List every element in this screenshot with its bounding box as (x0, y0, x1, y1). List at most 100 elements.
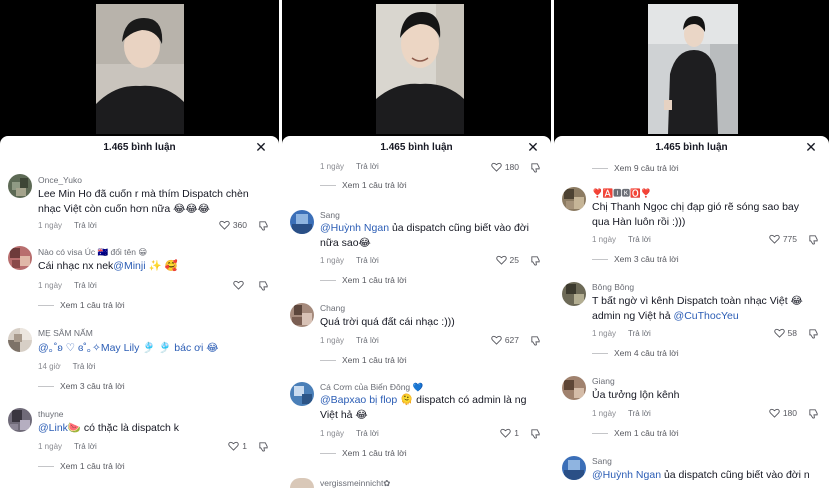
like-button[interactable]: 360 (219, 220, 247, 230)
heart-outline-icon (769, 234, 780, 244)
view-replies-button[interactable]: Xem 3 câu trả lời (38, 381, 125, 391)
comment-text: T bất ngờ vì kênh Dispatch toàn nhạc Việ… (592, 295, 803, 322)
comment-screen-1: 1.465 bình luận ✕ Once_Yuko Lee Min Ho đ… (0, 0, 279, 491)
reply-button[interactable]: Trả lời (356, 256, 379, 265)
comment-meta: 1 ngày Trả lời (38, 221, 97, 230)
view-replies-button[interactable]: Xem 4 câu trả lời (592, 348, 679, 358)
video-area (554, 0, 829, 138)
comments-sheet: 1.465 bình luận ✕ Xem 9 câu trả lời ❣️🅰️… (554, 136, 829, 491)
comment-meta: 1 ngày Trả lời (592, 235, 651, 244)
view-replies-button[interactable]: Xem 1 câu trả lời (38, 300, 125, 310)
like-count: 627 (504, 335, 519, 345)
dislike-icon[interactable] (808, 328, 819, 339)
comment-username[interactable]: thuyne (38, 409, 64, 419)
reply-button[interactable]: Trả lời (628, 235, 651, 244)
reply-button[interactable]: Trả lời (74, 221, 97, 230)
reply-button[interactable]: Trả lời (628, 329, 651, 338)
avatar[interactable] (562, 187, 586, 211)
reply-button[interactable]: Trả lời (356, 429, 379, 438)
like-count: 775 (782, 234, 797, 244)
heart-outline-icon (769, 408, 780, 418)
reply-button[interactable]: Trả lời (356, 336, 379, 345)
avatar[interactable] (8, 408, 32, 432)
heart-outline-icon (228, 441, 239, 451)
view-replies-button[interactable]: Xem 1 câu trả lời (320, 275, 407, 285)
comment-count-title: 1.465 bình luận (380, 142, 453, 153)
dislike-icon[interactable] (258, 220, 269, 231)
avatar[interactable] (562, 376, 586, 400)
reply-button[interactable]: Trả lời (74, 281, 97, 290)
avatar[interactable] (8, 246, 32, 270)
comment-username[interactable]: ❣️🅰️🅸🅺🅾️❣️ (592, 187, 651, 199)
avatar[interactable] (290, 382, 314, 406)
reply-button[interactable]: Trả lời (356, 162, 379, 171)
comment-username[interactable]: vergissmeinnicht✿ (320, 478, 390, 489)
like-button[interactable]: 1 (228, 441, 247, 451)
heart-outline-icon (219, 220, 230, 230)
avatar[interactable] (290, 303, 314, 327)
reply-button[interactable]: Trả lời (74, 442, 97, 451)
comment-username[interactable]: Nào có visa Úc 🇦🇺 đổi tên 😁 (38, 247, 147, 258)
like-button[interactable] (233, 280, 247, 290)
comment-time: 1 ngày (320, 429, 345, 438)
dislike-icon[interactable] (258, 441, 269, 452)
comment-time: 1 ngày (592, 235, 617, 244)
comment-username[interactable]: Bông Bông (592, 282, 634, 292)
dislike-icon[interactable] (808, 234, 819, 245)
video-thumbnail[interactable] (96, 4, 184, 134)
comment-username[interactable]: Cá Cơm của Biển Đông 💙 (320, 382, 423, 393)
comment-username[interactable]: MẸ SÂM NẤM (38, 328, 93, 338)
comment-meta: 14 giờ Trả lời (38, 362, 95, 371)
comment-meta: 1 ngày Trả lời (38, 281, 97, 290)
dislike-icon[interactable] (530, 335, 541, 346)
close-icon[interactable]: ✕ (253, 139, 269, 155)
comment-username[interactable]: Sang (592, 456, 612, 466)
like-button[interactable]: 58 (773, 328, 797, 338)
comment-username[interactable]: Sang (320, 210, 340, 220)
view-replies-button[interactable]: Xem 3 câu trả lời (592, 254, 679, 264)
avatar[interactable] (290, 210, 314, 234)
like-button[interactable]: 1 (500, 428, 519, 438)
close-icon[interactable]: ✕ (803, 139, 819, 155)
dislike-icon[interactable] (808, 408, 819, 419)
dislike-icon[interactable] (530, 428, 541, 439)
dislike-icon[interactable] (530, 162, 541, 173)
comment-username[interactable]: Giang (592, 376, 615, 386)
avatar[interactable] (562, 282, 586, 306)
view-replies-button[interactable]: Xem 1 câu trả lời (320, 448, 407, 458)
reply-button[interactable]: Trả lời (73, 362, 96, 371)
like-button[interactable]: 775 (769, 234, 797, 244)
view-replies-button[interactable]: Xem 1 câu trả lời (320, 180, 407, 190)
comment-text: Cái nhạc nx nek@Minji ✨ 🥰 (38, 260, 178, 272)
dislike-icon[interactable] (258, 280, 269, 291)
video-thumbnail[interactable] (376, 4, 464, 134)
video-thumbnail[interactable] (648, 4, 738, 134)
like-count: 58 (787, 328, 797, 338)
like-button[interactable]: 25 (495, 255, 519, 265)
view-replies-button[interactable]: Xem 1 câu trả lời (38, 461, 125, 471)
avatar[interactable] (8, 174, 32, 198)
dislike-icon[interactable] (530, 255, 541, 266)
comment-text: Quá trời quá đất cái nhạc :))) (320, 316, 455, 328)
heart-outline-icon (773, 328, 785, 338)
avatar[interactable] (8, 328, 32, 352)
like-button[interactable]: 180 (491, 162, 519, 172)
comment-username[interactable]: Once_Yuko (38, 175, 82, 185)
like-button[interactable]: 627 (491, 335, 519, 345)
close-icon[interactable]: ✕ (525, 139, 541, 155)
avatar[interactable] (290, 478, 314, 488)
like-count: 1 (514, 428, 519, 438)
heart-outline-icon (491, 335, 502, 345)
view-replies-button[interactable]: Xem 9 câu trả lời (592, 163, 679, 173)
view-replies-button[interactable]: Xem 1 câu trả lời (320, 355, 407, 365)
comment-time: 1 ngày (592, 409, 617, 418)
like-button[interactable]: 180 (769, 408, 797, 418)
comment-meta: 1 ngày Trả lời (320, 256, 379, 265)
comment-time: 1 ngày (592, 329, 617, 338)
comment-username[interactable]: Chang (320, 303, 345, 313)
comment-screen-3: 1.465 bình luận ✕ Xem 9 câu trả lời ❣️🅰️… (554, 0, 829, 491)
like-count: 25 (509, 255, 519, 265)
view-replies-button[interactable]: Xem 1 câu trả lời (592, 428, 679, 438)
avatar[interactable] (562, 456, 586, 480)
reply-button[interactable]: Trả lời (628, 409, 651, 418)
